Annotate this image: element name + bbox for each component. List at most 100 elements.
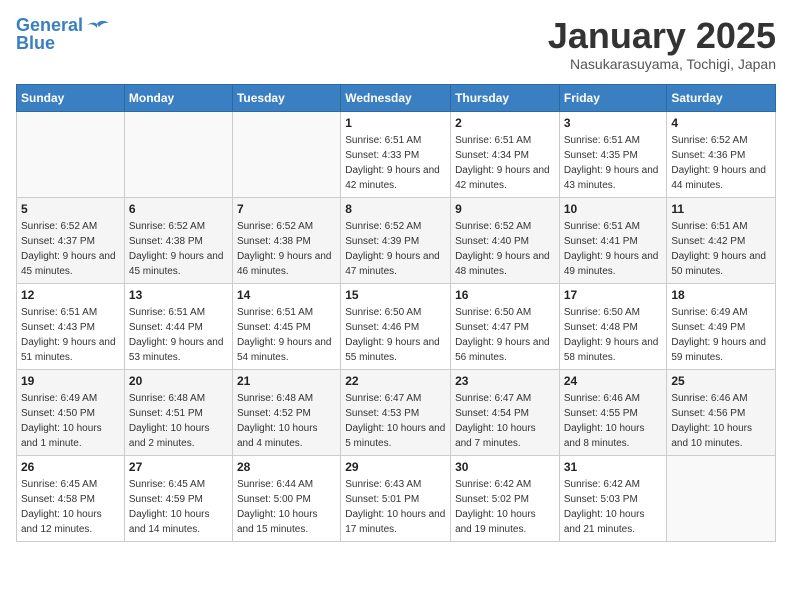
day-info: Sunrise: 6:51 AM Sunset: 4:34 PM Dayligh… — [455, 133, 555, 193]
calendar-cell: 10 Sunrise: 6:51 AM Sunset: 4:41 PM Dayli… — [559, 197, 667, 283]
calendar-cell — [232, 111, 340, 197]
calendar-cell: 22 Sunrise: 6:47 AM Sunset: 4:53 PM Dayli… — [341, 369, 451, 455]
day-info: Sunrise: 6:51 AM Sunset: 4:45 PM Dayligh… — [237, 305, 336, 365]
weekday-header: Tuesday — [232, 84, 340, 111]
day-info: Sunrise: 6:52 AM Sunset: 4:39 PM Dayligh… — [345, 219, 446, 279]
logo: GeneralBlue — [16, 16, 109, 52]
weekday-header: Sunday — [17, 84, 125, 111]
calendar-cell: 5Sunrise: 6:52 AM Sunset: 4:37 PM Daylig… — [17, 197, 125, 283]
calendar-table: SundayMondayTuesdayWednesdayThursdayFrid… — [16, 84, 776, 542]
day-info: Sunrise: 6:43 AM Sunset: 5:01 PM Dayligh… — [345, 477, 446, 537]
calendar-cell: 17 Sunrise: 6:50 AM Sunset: 4:48 PM Dayli… — [559, 283, 667, 369]
day-number: 16 — [455, 288, 555, 302]
day-number: 5 — [21, 202, 120, 216]
day-number: 9 — [455, 202, 555, 216]
calendar-cell: 31 Sunrise: 6:42 AM Sunset: 5:03 PM Dayli… — [559, 455, 667, 541]
calendar-cell: 4 Sunrise: 6:52 AM Sunset: 4:36 PM Daylig… — [667, 111, 776, 197]
day-number: 1 — [345, 116, 446, 130]
calendar-cell: 28Sunrise: 6:44 AM Sunset: 5:00 PM Dayli… — [232, 455, 340, 541]
day-number: 10 — [564, 202, 663, 216]
day-info: Sunrise: 6:52 AM Sunset: 4:38 PM Dayligh… — [237, 219, 336, 279]
day-number: 24 — [564, 374, 663, 388]
weekday-header: Wednesday — [341, 84, 451, 111]
calendar-week-row: 5Sunrise: 6:52 AM Sunset: 4:37 PM Daylig… — [17, 197, 776, 283]
calendar-cell: 24 Sunrise: 6:46 AM Sunset: 4:55 PM Dayli… — [559, 369, 667, 455]
day-number: 20 — [129, 374, 228, 388]
page-header: GeneralBlue January 2025 Nasukarasuyama,… — [16, 16, 776, 72]
calendar-cell — [667, 455, 776, 541]
weekday-header: Friday — [559, 84, 667, 111]
calendar-week-row: 19Sunrise: 6:49 AM Sunset: 4:50 PM Dayli… — [17, 369, 776, 455]
calendar-cell: 13 Sunrise: 6:51 AM Sunset: 4:44 PM Dayli… — [124, 283, 232, 369]
day-number: 17 — [564, 288, 663, 302]
calendar-cell: 25 Sunrise: 6:46 AM Sunset: 4:56 PM Dayli… — [667, 369, 776, 455]
day-number: 25 — [671, 374, 771, 388]
calendar-title: January 2025 — [548, 16, 776, 56]
day-number: 2 — [455, 116, 555, 130]
day-info: Sunrise: 6:51 AM Sunset: 4:41 PM Dayligh… — [564, 219, 663, 279]
day-number: 27 — [129, 460, 228, 474]
calendar-cell — [124, 111, 232, 197]
day-info: Sunrise: 6:47 AM Sunset: 4:53 PM Dayligh… — [345, 391, 446, 451]
day-info: Sunrise: 6:50 AM Sunset: 4:46 PM Dayligh… — [345, 305, 446, 365]
calendar-cell: 8Sunrise: 6:52 AM Sunset: 4:39 PM Daylig… — [341, 197, 451, 283]
day-info: Sunrise: 6:52 AM Sunset: 4:36 PM Dayligh… — [671, 133, 771, 193]
day-number: 13 — [129, 288, 228, 302]
calendar-cell: 1 Sunrise: 6:51 AM Sunset: 4:33 PM Daylig… — [341, 111, 451, 197]
calendar-cell: 18 Sunrise: 6:49 AM Sunset: 4:49 PM Dayli… — [667, 283, 776, 369]
day-number: 23 — [455, 374, 555, 388]
day-info: Sunrise: 6:44 AM Sunset: 5:00 PM Dayligh… — [237, 477, 336, 537]
calendar-week-row: 12 Sunrise: 6:51 AM Sunset: 4:43 PM Dayli… — [17, 283, 776, 369]
day-number: 7 — [237, 202, 336, 216]
day-number: 14 — [237, 288, 336, 302]
calendar-cell: 3 Sunrise: 6:51 AM Sunset: 4:35 PM Daylig… — [559, 111, 667, 197]
day-info: Sunrise: 6:48 AM Sunset: 4:51 PM Dayligh… — [129, 391, 228, 451]
day-number: 29 — [345, 460, 446, 474]
calendar-subtitle: Nasukarasuyama, Tochigi, Japan — [548, 56, 776, 72]
day-number: 26 — [21, 460, 120, 474]
day-info: Sunrise: 6:51 AM Sunset: 4:42 PM Dayligh… — [671, 219, 771, 279]
day-number: 4 — [671, 116, 771, 130]
day-info: Sunrise: 6:51 AM Sunset: 4:43 PM Dayligh… — [21, 305, 120, 365]
calendar-cell: 26 Sunrise: 6:45 AM Sunset: 4:58 PM Dayli… — [17, 455, 125, 541]
logo-text: GeneralBlue — [16, 16, 83, 52]
calendar-cell: 30Sunrise: 6:42 AM Sunset: 5:02 PM Dayli… — [451, 455, 560, 541]
day-info: Sunrise: 6:49 AM Sunset: 4:50 PM Dayligh… — [21, 391, 120, 451]
day-info: Sunrise: 6:48 AM Sunset: 4:52 PM Dayligh… — [237, 391, 336, 451]
day-number: 18 — [671, 288, 771, 302]
day-number: 31 — [564, 460, 663, 474]
day-number: 3 — [564, 116, 663, 130]
calendar-cell: 23 Sunrise: 6:47 AM Sunset: 4:54 PM Dayli… — [451, 369, 560, 455]
calendar-cell: 27 Sunrise: 6:45 AM Sunset: 4:59 PM Dayli… — [124, 455, 232, 541]
calendar-cell: 11 Sunrise: 6:51 AM Sunset: 4:42 PM Dayli… — [667, 197, 776, 283]
day-info: Sunrise: 6:46 AM Sunset: 4:55 PM Dayligh… — [564, 391, 663, 451]
day-number: 12 — [21, 288, 120, 302]
weekday-header: Saturday — [667, 84, 776, 111]
calendar-cell: 12 Sunrise: 6:51 AM Sunset: 4:43 PM Dayli… — [17, 283, 125, 369]
calendar-week-row: 26 Sunrise: 6:45 AM Sunset: 4:58 PM Dayli… — [17, 455, 776, 541]
day-number: 22 — [345, 374, 446, 388]
calendar-cell: 20 Sunrise: 6:48 AM Sunset: 4:51 PM Dayli… — [124, 369, 232, 455]
day-info: Sunrise: 6:50 AM Sunset: 4:48 PM Dayligh… — [564, 305, 663, 365]
calendar-cell: 2 Sunrise: 6:51 AM Sunset: 4:34 PM Daylig… — [451, 111, 560, 197]
day-info: Sunrise: 6:42 AM Sunset: 5:03 PM Dayligh… — [564, 477, 663, 537]
calendar-cell: 14 Sunrise: 6:51 AM Sunset: 4:45 PM Dayli… — [232, 283, 340, 369]
day-info: Sunrise: 6:46 AM Sunset: 4:56 PM Dayligh… — [671, 391, 771, 451]
weekday-header: Monday — [124, 84, 232, 111]
day-info: Sunrise: 6:45 AM Sunset: 4:59 PM Dayligh… — [129, 477, 228, 537]
day-info: Sunrise: 6:51 AM Sunset: 4:33 PM Dayligh… — [345, 133, 446, 193]
day-number: 21 — [237, 374, 336, 388]
day-info: Sunrise: 6:42 AM Sunset: 5:02 PM Dayligh… — [455, 477, 555, 537]
day-info: Sunrise: 6:45 AM Sunset: 4:58 PM Dayligh… — [21, 477, 120, 537]
day-info: Sunrise: 6:51 AM Sunset: 4:44 PM Dayligh… — [129, 305, 228, 365]
calendar-cell: 29 Sunrise: 6:43 AM Sunset: 5:01 PM Dayli… — [341, 455, 451, 541]
day-info: Sunrise: 6:50 AM Sunset: 4:47 PM Dayligh… — [455, 305, 555, 365]
calendar-cell: 7 Sunrise: 6:52 AM Sunset: 4:38 PM Daylig… — [232, 197, 340, 283]
day-number: 6 — [129, 202, 228, 216]
day-number: 15 — [345, 288, 446, 302]
day-info: Sunrise: 6:49 AM Sunset: 4:49 PM Dayligh… — [671, 305, 771, 365]
day-number: 11 — [671, 202, 771, 216]
calendar-cell: 15 Sunrise: 6:50 AM Sunset: 4:46 PM Dayli… — [341, 283, 451, 369]
day-info: Sunrise: 6:51 AM Sunset: 4:35 PM Dayligh… — [564, 133, 663, 193]
day-info: Sunrise: 6:47 AM Sunset: 4:54 PM Dayligh… — [455, 391, 555, 451]
